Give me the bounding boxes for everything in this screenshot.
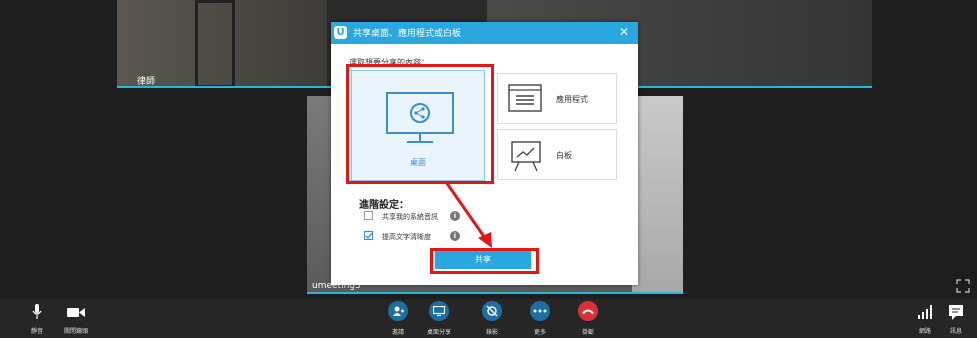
phone-hangup-icon bbox=[582, 309, 594, 314]
meeting-toolbar: 靜音 關閉鏡頭 邀請 桌面分享 錄影 更多 掛斷 網路 訊息 bbox=[0, 299, 977, 338]
toolbar-label: 掛斷 bbox=[581, 329, 594, 336]
microphone-icon bbox=[32, 304, 42, 319]
more-button[interactable]: 更多 bbox=[526, 301, 554, 337]
expand-icon[interactable] bbox=[956, 279, 970, 293]
record-circle bbox=[482, 301, 502, 321]
video-scene bbox=[632, 96, 683, 294]
add-user-icon bbox=[393, 306, 404, 316]
dialog-title: 共享桌面、應用程式或白板 bbox=[353, 29, 462, 39]
toolbar-label: 桌面分享 bbox=[426, 329, 451, 336]
active-speaker-bar bbox=[307, 292, 683, 294]
hangup-circle bbox=[578, 301, 598, 321]
annotation-box-share bbox=[430, 248, 539, 274]
record-disabled-icon bbox=[486, 305, 498, 317]
share-option-whiteboard[interactable]: 白板 bbox=[497, 129, 617, 180]
share-option-app[interactable]: 應用程式 bbox=[497, 73, 617, 124]
text-clarity-checkbox[interactable] bbox=[364, 231, 373, 240]
hangup-button[interactable]: 掛斷 bbox=[574, 301, 602, 337]
chat-button[interactable]: 訊息 bbox=[944, 302, 968, 336]
dialog-header: U 共享桌面、應用程式或白板 ✕ bbox=[331, 22, 638, 44]
signal-bars-icon bbox=[918, 305, 932, 319]
invite-circle bbox=[388, 301, 408, 321]
share-screen-button[interactable]: 桌面分享 bbox=[422, 301, 456, 337]
video-camera-icon bbox=[67, 308, 85, 317]
option-label: 應用程式 bbox=[556, 95, 588, 104]
screen-share-icon bbox=[433, 306, 445, 316]
share-screen-circle bbox=[429, 301, 449, 321]
toolbar-label: 更多 bbox=[533, 329, 546, 336]
invite-button[interactable]: 邀請 bbox=[384, 301, 412, 337]
toolbar-label: 訊息 bbox=[949, 328, 962, 335]
mute-button[interactable]: 靜音 bbox=[25, 302, 49, 336]
annotation-box-desktop bbox=[346, 64, 494, 184]
network-button[interactable]: 網路 bbox=[914, 302, 936, 336]
annotation-arrow-icon bbox=[444, 181, 492, 248]
toolbar-label: 關閉鏡頭 bbox=[63, 328, 88, 335]
door-frame bbox=[195, 0, 235, 88]
toolbar-label: 邀請 bbox=[391, 329, 404, 336]
advanced-settings-title: 進階設定： bbox=[359, 200, 409, 211]
more-circle bbox=[530, 301, 550, 321]
toolbar-label: 錄影 bbox=[485, 329, 498, 336]
chat-bubble-icon bbox=[949, 305, 963, 320]
record-button[interactable]: 錄影 bbox=[478, 301, 506, 337]
more-dots-icon bbox=[533, 309, 547, 313]
text-clarity-label: 提高文字清晰度 bbox=[382, 233, 431, 241]
system-audio-checkbox[interactable] bbox=[364, 211, 373, 220]
check-icon bbox=[365, 232, 373, 240]
toolbar-label: 靜音 bbox=[30, 328, 43, 335]
window-icon bbox=[508, 84, 542, 112]
stop-video-button[interactable]: 關閉鏡頭 bbox=[58, 302, 94, 336]
whiteboard-icon bbox=[511, 141, 541, 172]
system-audio-label: 共享我的系統音訊 bbox=[382, 213, 438, 221]
option-label: 白板 bbox=[556, 151, 572, 160]
toolbar-label: 網路 bbox=[918, 328, 931, 335]
close-icon[interactable]: ✕ bbox=[617, 25, 631, 39]
app-logo-icon: U bbox=[334, 26, 347, 39]
